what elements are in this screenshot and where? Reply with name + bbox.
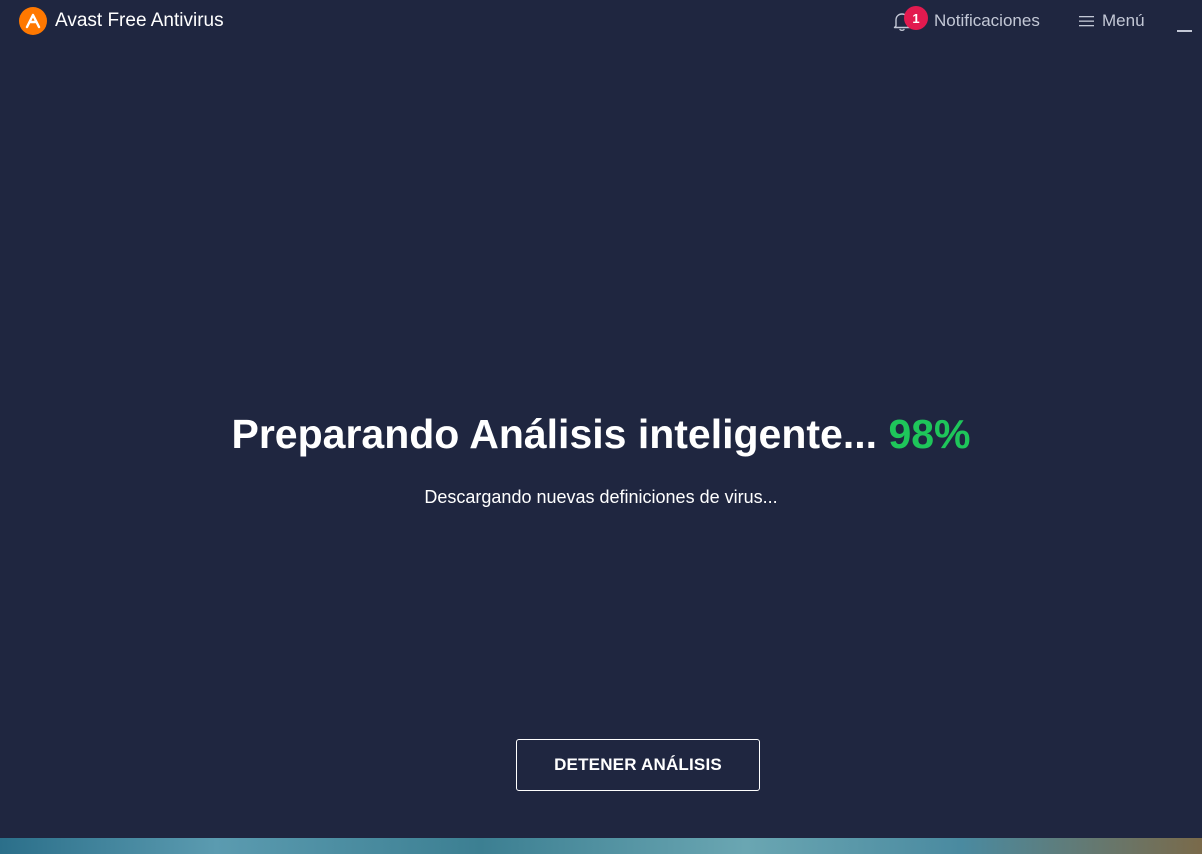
scan-detail-text: Descargando nuevas definiciones de virus… xyxy=(424,487,778,507)
scan-progress-percent: 98% xyxy=(888,411,971,457)
menu-label: Menú xyxy=(1102,11,1145,30)
minimize-icon[interactable] xyxy=(1172,12,1194,32)
stop-scan-button[interactable]: DETENER ANÁLISIS xyxy=(516,739,760,791)
bell-icon: 1 xyxy=(890,6,928,33)
menu-button[interactable]: Menú xyxy=(1079,6,1145,36)
avast-window: Avast Free Antivirus 1 Notificaciones Me… xyxy=(0,0,1202,838)
hamburger-icon xyxy=(1079,16,1094,27)
notifications-button[interactable]: 1 Notificaciones xyxy=(890,6,1040,36)
scan-status-text: Preparando Análisis inteligente... xyxy=(231,411,878,457)
notifications-label: Notificaciones xyxy=(934,11,1040,30)
app-title: Avast Free Antivirus xyxy=(55,10,224,31)
avast-logo-icon xyxy=(19,7,47,35)
scan-status-heading: Preparando Análisis inteligente... 98% xyxy=(0,408,1202,460)
desktop-background xyxy=(0,838,1202,854)
notification-count-badge: 1 xyxy=(904,6,928,30)
title-bar[interactable]: Avast Free Antivirus 1 Notificaciones Me… xyxy=(0,0,1202,44)
